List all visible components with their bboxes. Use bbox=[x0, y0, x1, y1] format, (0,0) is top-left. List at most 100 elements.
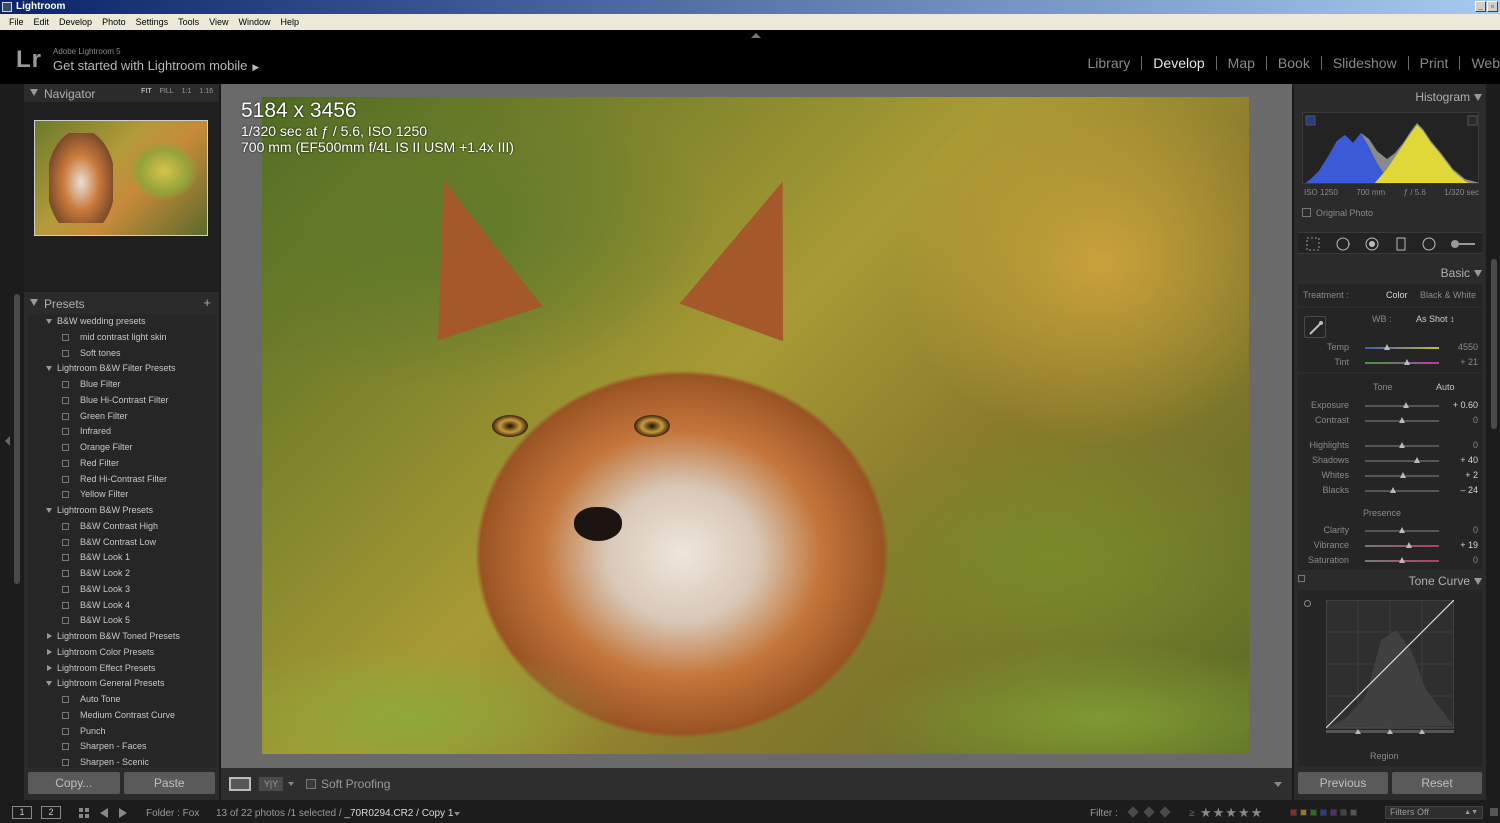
basic-header[interactable]: Basic bbox=[1294, 262, 1486, 282]
blacks-slider[interactable]: Blacks – 24 bbox=[1298, 483, 1482, 497]
preset-item[interactable]: B&W Look 5 bbox=[28, 613, 216, 629]
exposure-value[interactable]: + 0.60 bbox=[1453, 400, 1478, 410]
preset-item[interactable]: B&W Contrast High bbox=[28, 519, 216, 535]
temp-value[interactable]: 4550 bbox=[1458, 342, 1478, 352]
soft-proofing-checkbox[interactable] bbox=[306, 779, 316, 789]
vibrance-knob[interactable] bbox=[1406, 542, 1413, 548]
targeted-adjustment-icon[interactable] bbox=[1304, 600, 1311, 607]
screen-2-button[interactable]: 2 bbox=[41, 806, 61, 819]
radial-filter-icon[interactable] bbox=[1422, 237, 1436, 251]
preset-item[interactable]: mid contrast light skin bbox=[28, 330, 216, 346]
menu-file[interactable]: File bbox=[4, 17, 29, 27]
mobile-link[interactable]: Get started with Lightroom mobile ▶ bbox=[53, 58, 259, 73]
original-photo-checkbox[interactable] bbox=[1302, 208, 1311, 217]
tone-curve-toggle-icon[interactable] bbox=[1298, 575, 1305, 582]
saturation-knob[interactable] bbox=[1399, 557, 1405, 563]
triangle-right-icon[interactable] bbox=[47, 648, 52, 655]
source-dropdown-icon[interactable] bbox=[454, 812, 460, 816]
vibrance-track[interactable] bbox=[1365, 542, 1439, 548]
preset-item[interactable]: Yellow Filter bbox=[28, 487, 216, 503]
paste-button[interactable]: Paste bbox=[123, 772, 215, 794]
menu-help[interactable]: Help bbox=[276, 17, 305, 27]
treatment-black-white[interactable]: Black & White bbox=[1420, 290, 1476, 300]
flag-unflagged-icon[interactable] bbox=[1143, 806, 1155, 818]
preset-item[interactable]: B&W Contrast Low bbox=[28, 535, 216, 551]
auto-tone-button[interactable]: Auto bbox=[1436, 382, 1455, 392]
rating-comparator[interactable]: ≥ bbox=[1189, 808, 1195, 819]
previous-photo-icon[interactable] bbox=[100, 808, 108, 818]
shadows-knob[interactable] bbox=[1413, 457, 1420, 463]
blacks-knob[interactable] bbox=[1390, 487, 1397, 493]
triangle-down-icon[interactable] bbox=[46, 319, 52, 324]
color-red-icon[interactable] bbox=[1290, 809, 1297, 816]
menu-edit[interactable]: Edit bbox=[29, 17, 55, 27]
tint-knob[interactable] bbox=[1404, 359, 1411, 365]
red-eye-icon[interactable] bbox=[1365, 237, 1379, 251]
color-green-icon[interactable] bbox=[1310, 809, 1317, 816]
preset-item[interactable]: Sharpen - Faces bbox=[28, 739, 216, 755]
zoom-fit[interactable]: FIT bbox=[141, 88, 152, 95]
flag-pick-icon[interactable] bbox=[1127, 806, 1139, 818]
adjustment-brush-icon[interactable] bbox=[1450, 237, 1476, 251]
original-photo-toggle[interactable]: Original Photo bbox=[1302, 208, 1373, 218]
preset-item[interactable]: Medium Contrast Curve bbox=[28, 708, 216, 724]
preset-item[interactable]: Blue Hi-Contrast Filter bbox=[28, 393, 216, 409]
folder-source[interactable]: Folder : Fox bbox=[146, 808, 199, 819]
preset-folder[interactable]: Lightroom General Presets bbox=[28, 676, 216, 692]
treatment-color[interactable]: Color bbox=[1386, 290, 1408, 300]
module-web[interactable]: Web bbox=[1460, 56, 1500, 70]
whites-knob[interactable] bbox=[1399, 472, 1406, 478]
eyedropper-icon[interactable] bbox=[1304, 316, 1326, 338]
blacks-value[interactable]: – 24 bbox=[1460, 485, 1478, 495]
next-photo-icon[interactable] bbox=[119, 808, 127, 818]
preset-item[interactable]: Punch bbox=[28, 724, 216, 740]
triangle-down-icon[interactable] bbox=[46, 366, 52, 372]
blacks-track[interactable] bbox=[1365, 487, 1439, 493]
color-yellow-icon[interactable] bbox=[1300, 809, 1307, 816]
clarity-slider[interactable]: Clarity 0 bbox=[1298, 523, 1482, 537]
clarity-knob[interactable] bbox=[1399, 527, 1405, 533]
shadows-track[interactable] bbox=[1365, 457, 1439, 463]
contrast-slider[interactable]: Contrast 0 bbox=[1298, 413, 1482, 427]
preset-item[interactable]: Green Filter bbox=[28, 409, 216, 425]
reset-button[interactable]: Reset bbox=[1392, 772, 1482, 794]
preset-item[interactable]: Sharpen - Scenic bbox=[28, 755, 216, 768]
preset-folder[interactable]: Lightroom Color Presets bbox=[28, 645, 216, 661]
screen-1-button[interactable]: 1 bbox=[12, 806, 32, 819]
module-slideshow[interactable]: Slideshow bbox=[1322, 56, 1409, 70]
preset-folder[interactable]: Lightroom Effect Presets bbox=[28, 661, 216, 677]
main-photo[interactable] bbox=[262, 97, 1249, 754]
menu-photo[interactable]: Photo bbox=[97, 17, 131, 27]
vibrance-slider[interactable]: Vibrance + 19 bbox=[1298, 538, 1482, 552]
preset-folder[interactable]: Lightroom B&W Toned Presets bbox=[28, 629, 216, 645]
tone-curve-header[interactable]: Tone Curve bbox=[1294, 570, 1486, 590]
contrast-value[interactable]: 0 bbox=[1473, 415, 1478, 425]
right-panel-scrollbar[interactable] bbox=[1491, 259, 1497, 429]
spot-removal-icon[interactable] bbox=[1336, 237, 1350, 251]
module-map[interactable]: Map bbox=[1217, 56, 1267, 70]
module-print[interactable]: Print bbox=[1409, 56, 1461, 70]
loupe-view-button[interactable] bbox=[229, 777, 251, 791]
shadows-slider[interactable]: Shadows + 40 bbox=[1298, 453, 1482, 467]
highlights-value[interactable]: 0 bbox=[1473, 440, 1478, 450]
color-purple-icon[interactable] bbox=[1330, 809, 1337, 816]
color-none-icon[interactable] bbox=[1340, 809, 1347, 816]
copy-button[interactable]: Copy... bbox=[28, 772, 120, 794]
add-preset-icon[interactable]: + bbox=[203, 295, 211, 310]
minimize-button[interactable]: _ bbox=[1475, 1, 1486, 12]
tint-slider[interactable]: Tint + 21 bbox=[1298, 355, 1482, 369]
preset-folder[interactable]: Lightroom B&W Filter Presets bbox=[28, 361, 216, 377]
vibrance-value[interactable]: + 19 bbox=[1460, 540, 1478, 550]
navigator-header[interactable]: Navigator FIT FILL 1:1 1:16 bbox=[24, 84, 219, 102]
shadows-value[interactable]: + 40 bbox=[1460, 455, 1478, 465]
preset-folder[interactable]: Lightroom B&W Presets bbox=[28, 503, 216, 519]
grid-view-icon[interactable] bbox=[79, 808, 90, 818]
exposure-knob[interactable] bbox=[1403, 402, 1410, 408]
module-book[interactable]: Book bbox=[1267, 56, 1322, 70]
left-panel-scrollbar[interactable] bbox=[14, 294, 20, 584]
menu-view[interactable]: View bbox=[204, 17, 233, 27]
crop-icon[interactable] bbox=[1306, 237, 1320, 251]
wb-select[interactable]: As Shot ↕ bbox=[1416, 314, 1455, 324]
graduated-filter-icon[interactable] bbox=[1394, 237, 1408, 251]
clarity-track[interactable] bbox=[1365, 527, 1439, 533]
